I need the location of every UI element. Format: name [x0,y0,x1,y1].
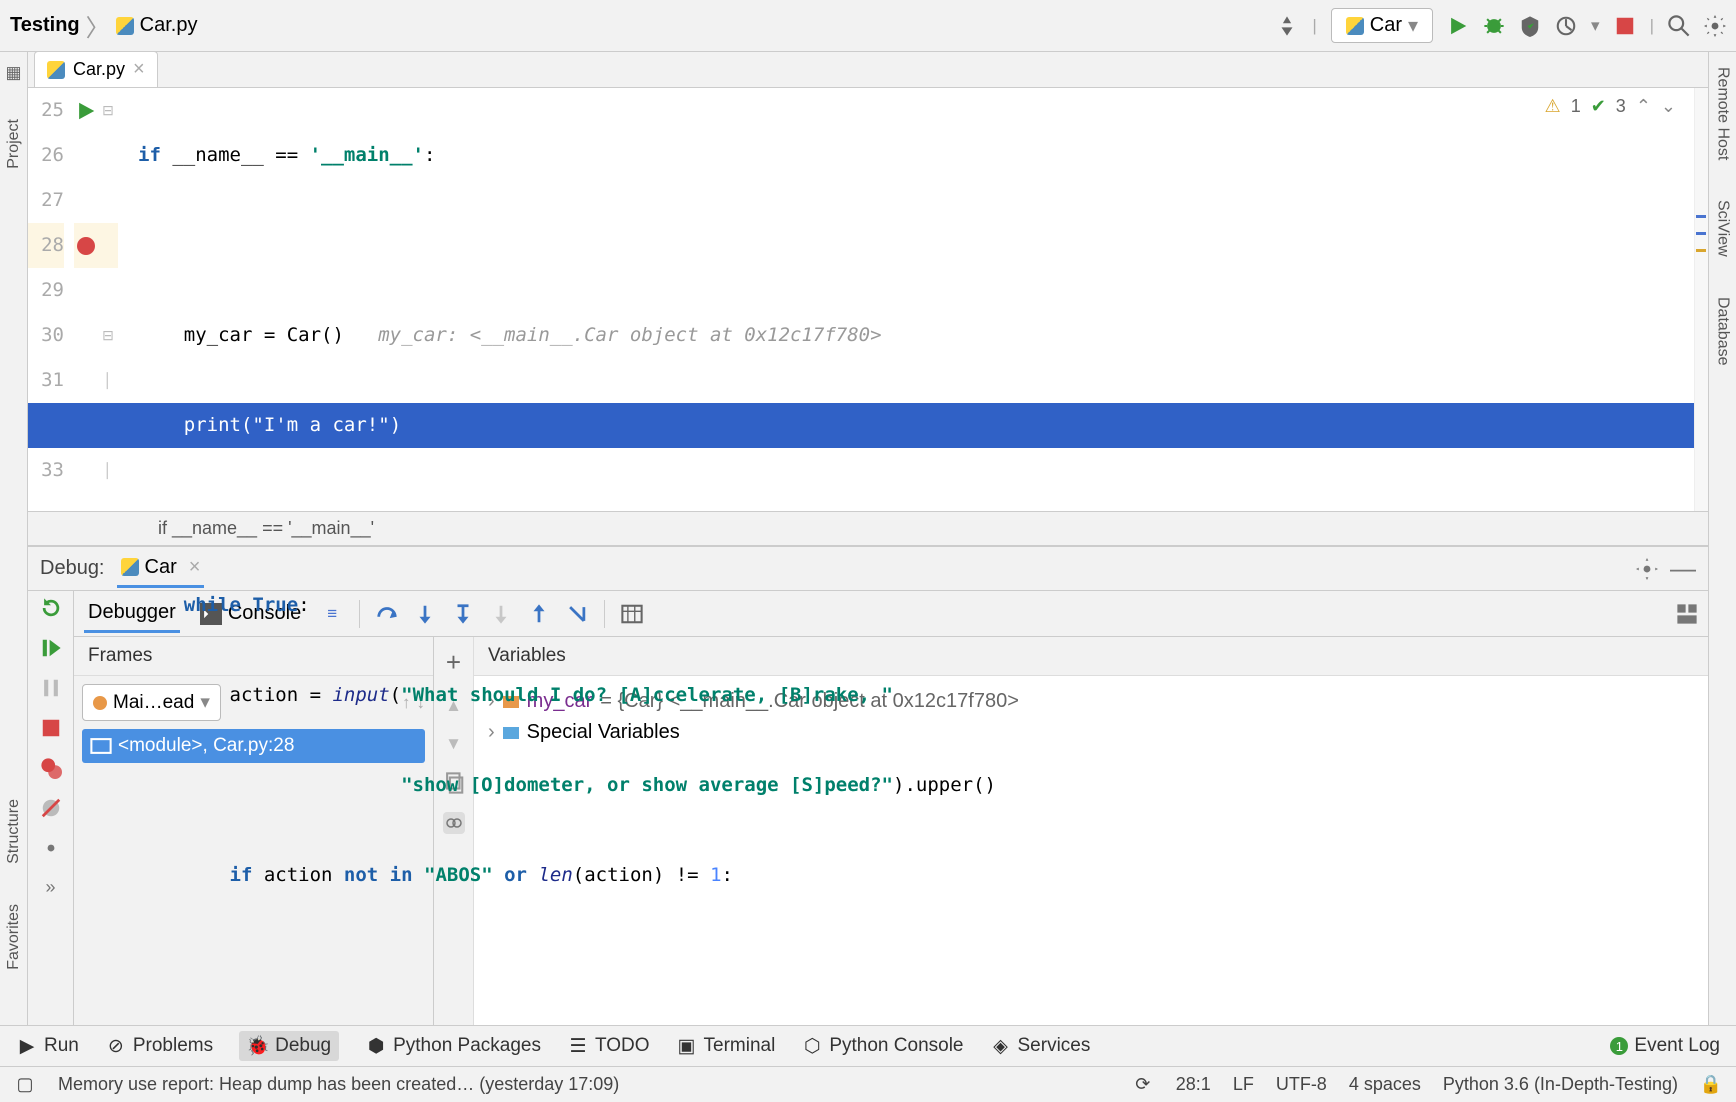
stop-icon[interactable] [40,717,62,739]
thread-status-icon [93,696,107,710]
view-breakpoints-icon[interactable] [40,757,62,779]
breadcrumb: Testing 〉 Car.py [10,8,197,43]
file-encoding[interactable]: UTF-8 [1276,1074,1327,1095]
run-button[interactable] [1447,15,1469,37]
pause-icon[interactable] [40,677,62,699]
code-content[interactable]: if __name__ == '__main__': my_car = Car(… [118,88,1708,511]
services-tool-button[interactable]: ◈Services [990,1035,1091,1057]
debug-button[interactable] [1483,15,1505,37]
more-icon[interactable]: » [45,877,55,898]
event-log-button[interactable]: 1Event Log [1610,1035,1720,1057]
status-message[interactable]: Memory use report: Heap dump has been cr… [58,1074,619,1095]
database-button[interactable]: Database [1714,292,1732,371]
left-tool-rail: ▦ Project Structure Favorites [0,52,28,1025]
editor-scrollbar[interactable] [1694,88,1708,511]
indent-setting[interactable]: 4 spaces [1349,1074,1421,1095]
editor-tab-car[interactable]: Car.py × [34,51,158,87]
package-icon: ⬢ [365,1035,387,1057]
breadcrumb-project[interactable]: Testing [10,14,80,37]
lock-icon[interactable]: 🔒 [1700,1074,1722,1096]
todo-tool-button[interactable]: ☰TODO [567,1035,650,1057]
search-icon[interactable] [1668,15,1690,37]
python-console-button[interactable]: ⬡Python Console [801,1035,963,1057]
breakpoint-icon[interactable] [77,237,95,255]
frame-icon [90,735,112,757]
favorites-tool-button[interactable]: Favorites [5,899,23,975]
run-config-selector[interactable]: Car ▾ [1331,8,1433,43]
coverage-button[interactable] [1519,15,1541,37]
main-toolbar: Testing 〉 Car.py | Car ▾ ▾ | [0,0,1736,52]
mute-breakpoints-icon[interactable] [40,797,62,819]
stop-button[interactable] [1614,15,1636,37]
inspection-widget[interactable]: ⚠1 ✔3 ⌃ ⌄ [1539,94,1682,119]
services-icon: ◈ [990,1035,1012,1057]
problems-icon: ⊘ [105,1035,127,1057]
toolbar-actions: | Car ▾ ▾ | [1276,8,1726,43]
remote-host-button[interactable]: Remote Host [1714,62,1732,165]
editor-tab-bar: Car.py × [28,52,1708,88]
close-tab-icon[interactable]: × [133,58,145,81]
resume-icon[interactable] [40,637,62,659]
breadcrumb-file[interactable]: Car.py [140,14,198,37]
force-step-into-icon[interactable] [490,603,512,625]
dropdown-icon: ▾ [1408,13,1418,38]
chevron-right-icon: 〉 [86,8,110,43]
interpreter[interactable]: Python 3.6 (In-Depth-Testing) [1443,1074,1678,1095]
debug-tool-button[interactable]: 🐞Debug [239,1031,339,1061]
bottom-tool-bar: ▶Run ⊘Problems 🐞Debug ⬢Python Packages ☰… [0,1026,1736,1066]
down-icon[interactable]: ⌄ [1661,96,1676,117]
warning-icon: ⚠ [1545,96,1561,117]
play-icon: ▶ [16,1035,38,1057]
sciview-button[interactable]: SciView [1714,195,1732,262]
background-tasks-icon[interactable]: ⟳ [1132,1074,1154,1096]
settings-icon[interactable] [40,837,62,859]
add-config-icon[interactable] [1276,15,1298,37]
run-config-name: Car [1370,14,1402,37]
dropdown-icon[interactable]: ▾ [1591,16,1600,36]
project-tool-button[interactable]: Project [5,114,23,174]
debug-control-rail: » [28,591,74,1025]
project-rail-icon[interactable]: ▦ [3,62,25,84]
python-icon: ⬡ [801,1035,823,1057]
run-gutter-icon[interactable] [75,100,97,122]
debug-title: Debug: [40,557,105,580]
notification-badge-icon: 1 [1610,1037,1628,1055]
packages-tool-button[interactable]: ⬢Python Packages [365,1035,541,1057]
todo-icon: ☰ [567,1035,589,1057]
line-separator[interactable]: LF [1233,1074,1254,1095]
settings-icon[interactable] [1704,15,1726,37]
terminal-icon: ▣ [676,1035,698,1057]
python-icon [121,558,139,576]
check-icon: ✔ [1591,96,1606,117]
right-tool-rail: Remote Host SciView Database [1708,52,1736,1025]
status-bar: ▢ Memory use report: Heap dump has been … [0,1066,1736,1102]
problems-tool-button[interactable]: ⊘Problems [105,1035,213,1057]
rerun-icon[interactable] [40,597,62,619]
up-icon[interactable]: ⌃ [1636,96,1651,117]
python-file-icon [116,17,134,35]
structure-tool-button[interactable]: Structure [5,794,23,869]
terminal-tool-button[interactable]: ▣Terminal [676,1035,776,1057]
code-editor[interactable]: 25 26 27 28 29 30 31 32 33 ⊟ [28,88,1708,511]
python-icon [1346,17,1364,35]
run-tool-button[interactable]: ▶Run [16,1035,79,1057]
bug-icon: 🐞 [247,1035,269,1057]
tool-windows-icon[interactable]: ▢ [14,1074,36,1096]
caret-position[interactable]: 28:1 [1176,1074,1211,1095]
tab-label: Car.py [73,59,125,80]
python-file-icon [47,61,65,79]
profile-button[interactable] [1555,15,1577,37]
